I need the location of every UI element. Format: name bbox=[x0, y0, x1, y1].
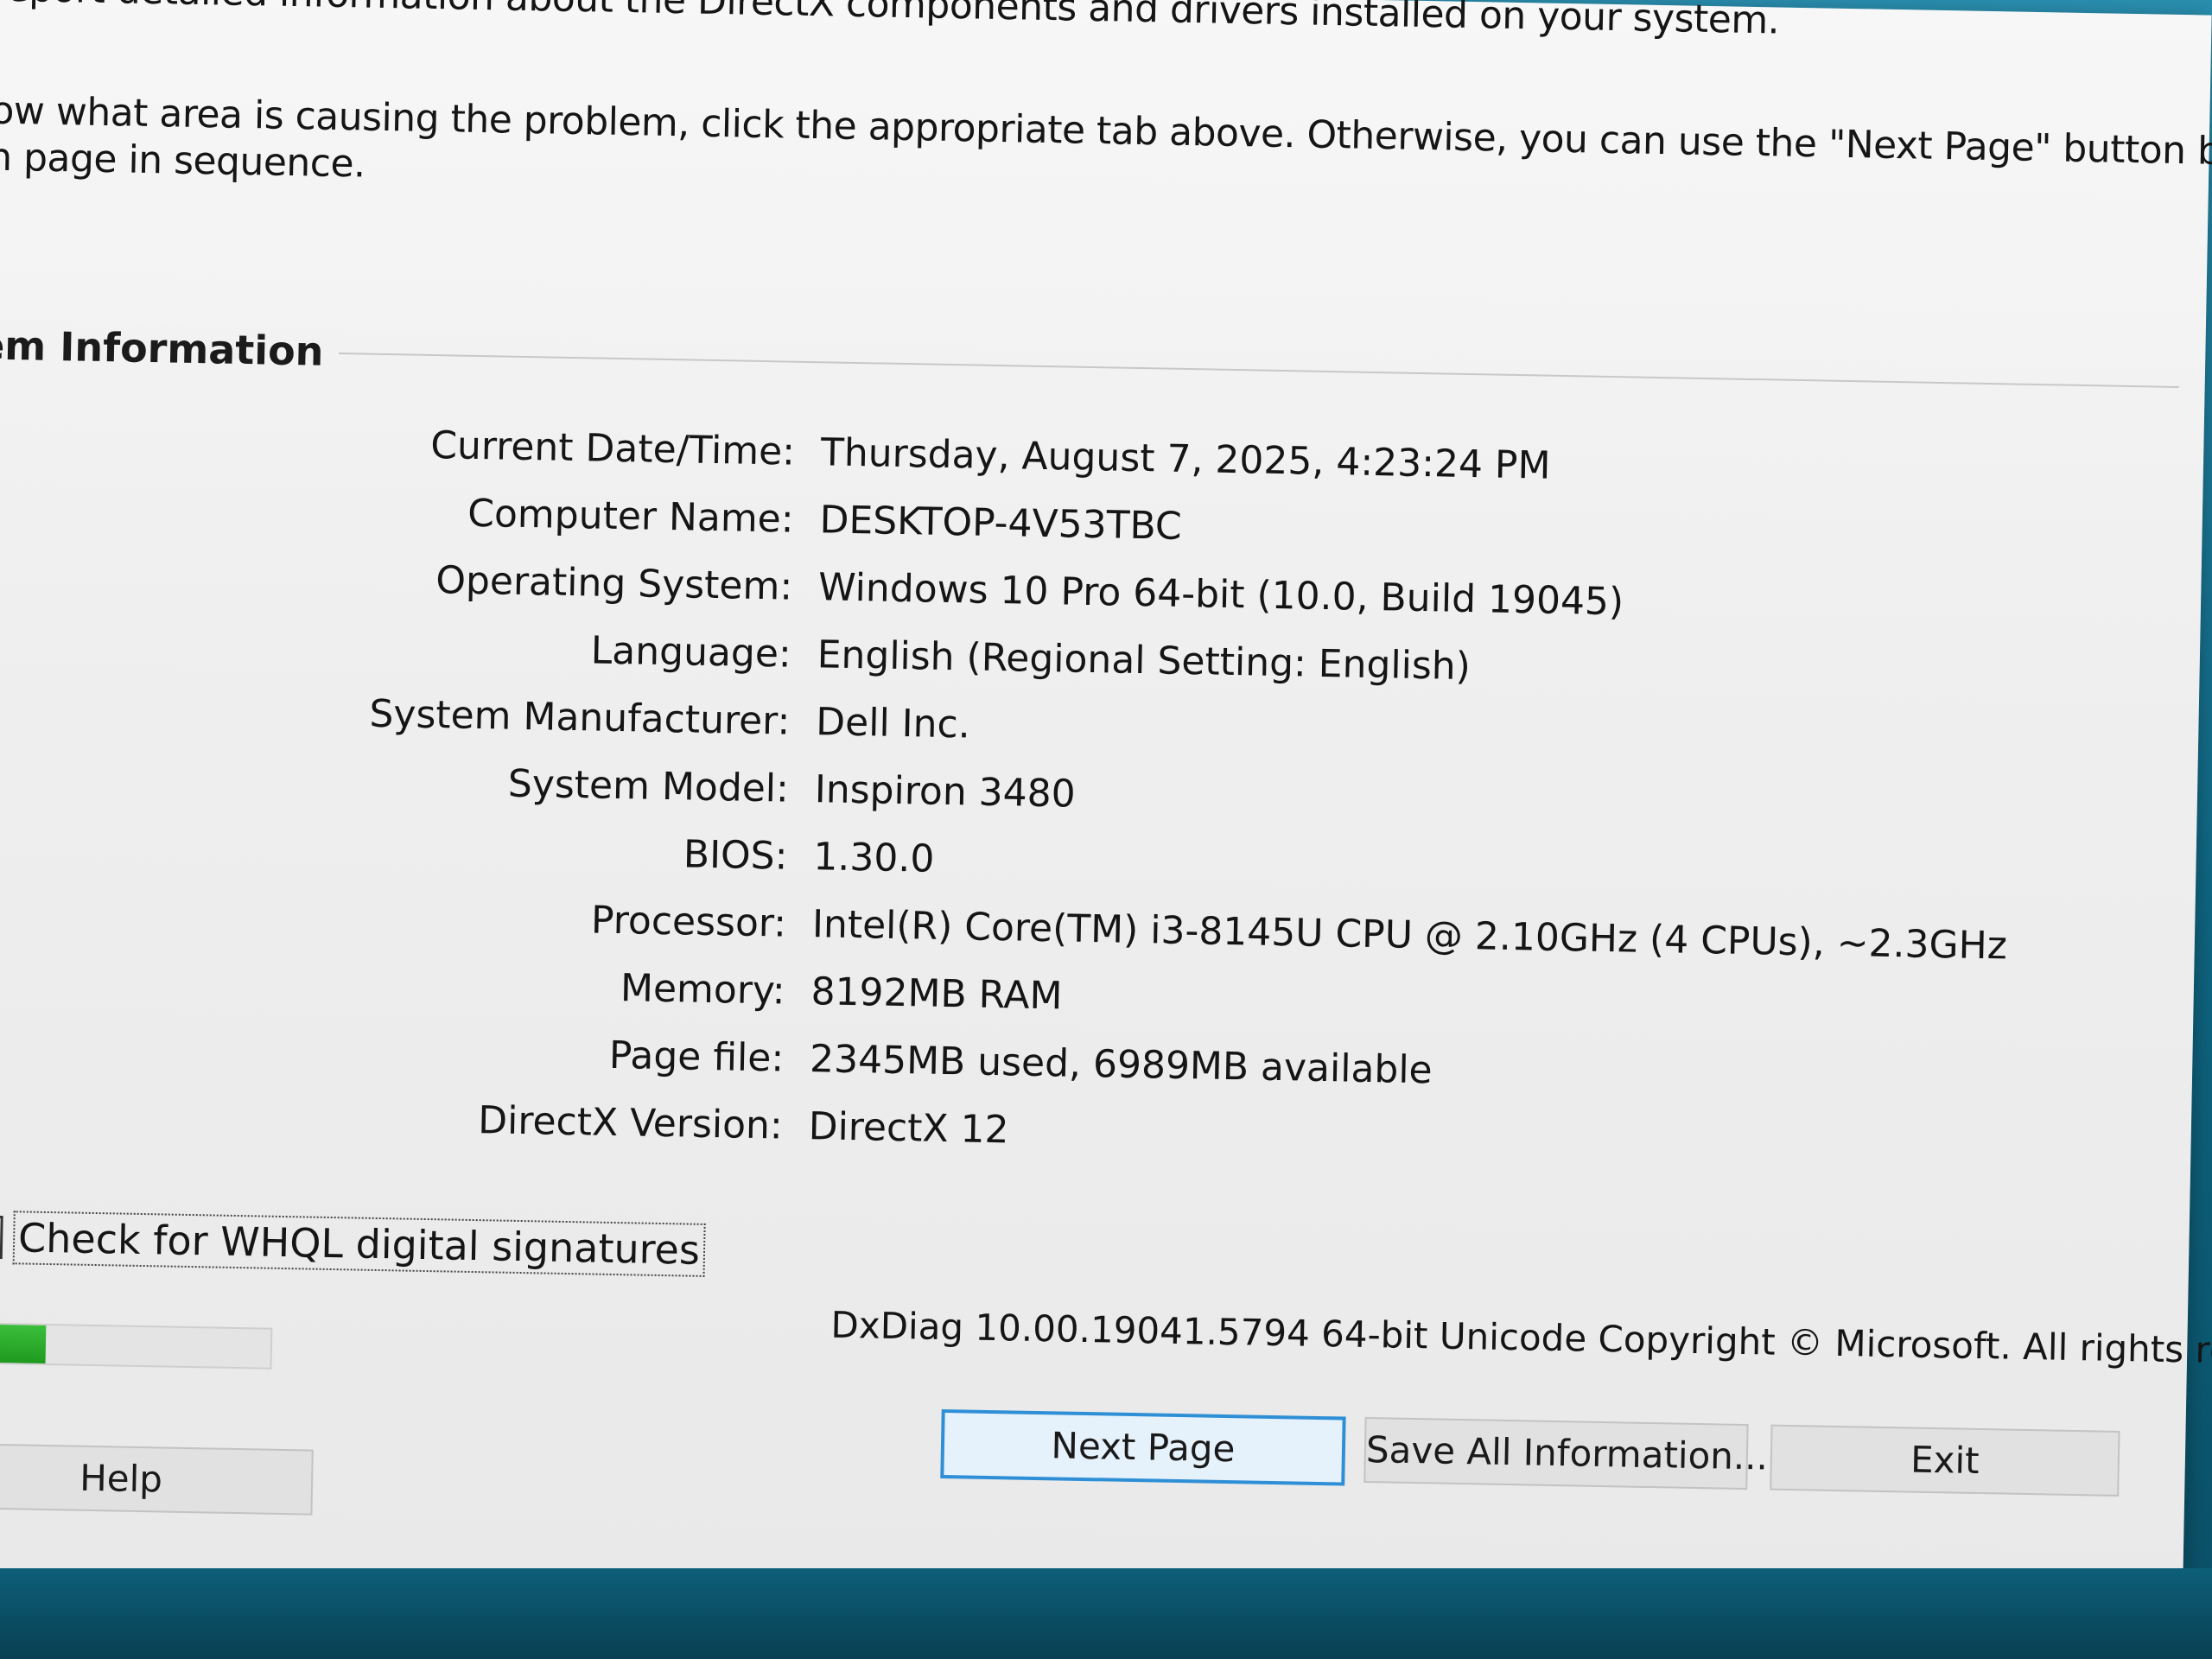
system-info-value: 1.30.0 bbox=[812, 835, 935, 881]
whql-checkbox-label[interactable]: Check for WHQL digital signatures bbox=[12, 1210, 706, 1277]
system-info-label: DirectX Version: bbox=[477, 1098, 784, 1148]
exit-button-label: Exit bbox=[1910, 1438, 1980, 1482]
system-info-value: DirectX 12 bbox=[808, 1104, 1010, 1153]
next-page-button[interactable]: Next Page bbox=[940, 1408, 1346, 1486]
system-info-label: Operating System: bbox=[435, 558, 793, 609]
system-info-value: DESKTOP-4V53TBC bbox=[819, 498, 1183, 549]
system-info-value: Inspiron 3480 bbox=[814, 767, 1077, 817]
system-info-value: Dell Inc. bbox=[815, 700, 971, 747]
progress-bar bbox=[0, 1321, 273, 1370]
save-all-information-button-label: Save All Information... bbox=[1365, 1427, 1769, 1478]
system-info-label: Processor: bbox=[590, 898, 787, 946]
dxdiag-version-copyright: DxDiag 10.00.19041.5794 64-bit Unicode C… bbox=[830, 1303, 2212, 1375]
system-info-label: Current Date/Time: bbox=[429, 423, 796, 474]
whql-checkbox[interactable] bbox=[0, 1214, 3, 1259]
intro-text-line-1: ...report detailed information about the… bbox=[0, 0, 1780, 43]
intro-text-line-3: ach page in sequence. bbox=[0, 134, 366, 187]
desktop-taskbar-area bbox=[0, 1568, 2212, 1659]
progress-bar-fill bbox=[0, 1323, 47, 1363]
save-all-information-button[interactable]: Save All Information... bbox=[1363, 1416, 1768, 1491]
system-info-label: System Model: bbox=[507, 761, 790, 811]
system-info-label: BIOS: bbox=[683, 832, 788, 879]
system-info-label: Language: bbox=[590, 628, 792, 677]
system-info-label: System Manufacturer: bbox=[369, 691, 791, 744]
system-information-title: tem Information bbox=[0, 321, 340, 375]
help-button[interactable]: Help bbox=[0, 1442, 314, 1516]
system-info-label: Memory: bbox=[620, 966, 786, 1014]
help-button-label: Help bbox=[79, 1456, 163, 1501]
next-page-button-label: Next Page bbox=[1051, 1424, 1236, 1471]
dxdiag-window: ...report detailed information about the… bbox=[0, 0, 2212, 1610]
system-info-label: Page file: bbox=[608, 1033, 785, 1081]
system-info-label: Computer Name: bbox=[467, 491, 795, 542]
exit-button[interactable]: Exit bbox=[1770, 1424, 2120, 1497]
whql-checkbox-row[interactable]: Check for WHQL digital signatures bbox=[0, 1210, 706, 1277]
system-info-value: 8192MB RAM bbox=[810, 969, 1063, 1019]
